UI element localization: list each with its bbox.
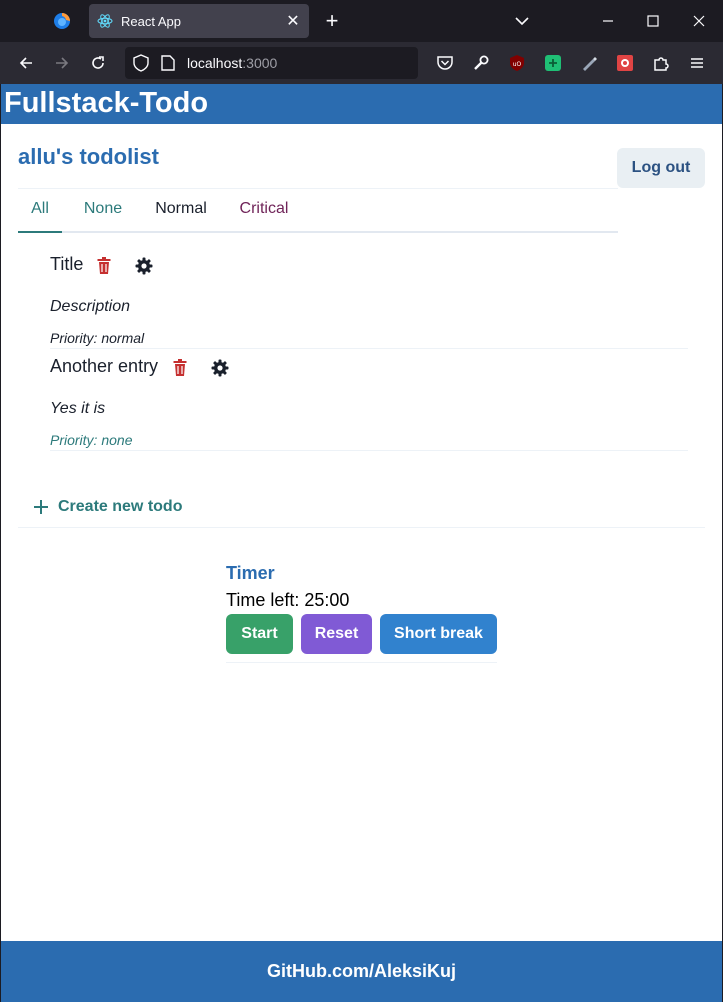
react-icon — [97, 14, 113, 28]
url-bar[interactable]: localhost:3000 — [125, 47, 418, 79]
reset-button[interactable]: Reset — [301, 614, 372, 654]
chevron-down-icon[interactable] — [510, 10, 534, 32]
tab-all-label: All — [31, 200, 49, 217]
forward-icon[interactable] — [49, 50, 75, 76]
window-border-left — [0, 84, 1, 1002]
maximize-icon[interactable] — [630, 0, 676, 42]
browser-tab[interactable]: React App ✕ — [89, 4, 309, 38]
create-todo-label: Create new todo — [58, 498, 183, 515]
pen-icon[interactable] — [576, 50, 602, 76]
minimize-icon[interactable] — [585, 0, 631, 42]
timer-time-left: Time left: 25:00 — [226, 590, 350, 610]
tab-critical-label: Critical — [239, 200, 289, 217]
tab-title: React App — [121, 13, 181, 29]
url-host: localhost — [187, 55, 243, 71]
ublock-icon[interactable]: uO — [504, 50, 530, 76]
footer-link[interactable]: GitHub.com/AleksiKuj — [267, 961, 456, 982]
tab-critical[interactable]: Critical — [230, 195, 298, 231]
todo-title: Title — [50, 254, 84, 274]
tab-normal[interactable]: Normal — [146, 195, 216, 231]
shield-icon[interactable] — [133, 54, 149, 77]
app-header: Fullstack-Todo — [1, 84, 722, 124]
divider — [226, 662, 497, 663]
tab-none[interactable]: None — [74, 195, 132, 231]
plus-icon[interactable]: + — [318, 8, 346, 34]
create-todo-button[interactable]: Create new todo — [33, 494, 182, 520]
timer-title: Timer — [226, 563, 275, 583]
extension-red-icon[interactable] — [612, 50, 638, 76]
divider — [50, 348, 688, 349]
svg-text:uO: uO — [513, 61, 522, 68]
todo-description: Yes it is — [50, 400, 106, 417]
todo-description: Description — [50, 298, 131, 315]
todo-title: Another entry — [50, 356, 159, 376]
divider — [18, 527, 705, 528]
short-break-button[interactable]: Short break — [380, 614, 497, 654]
trash-icon[interactable] — [96, 257, 112, 275]
wrench-icon[interactable] — [468, 50, 494, 76]
app-title: Fullstack-Todo — [4, 87, 209, 119]
logout-button[interactable]: Log out — [617, 148, 705, 188]
trash-icon[interactable] — [172, 359, 188, 377]
reload-icon[interactable] — [85, 50, 111, 76]
back-icon[interactable] — [13, 50, 39, 76]
close-icon[interactable]: ✕ — [285, 11, 301, 31]
extension-green-icon[interactable] — [540, 50, 566, 76]
plus-icon — [34, 500, 48, 514]
divider — [18, 188, 618, 189]
close-window-icon[interactable] — [676, 0, 722, 42]
start-button[interactable]: Start — [226, 614, 293, 654]
tab-none-label: None — [83, 200, 123, 217]
list-heading: allu's todolist — [18, 144, 159, 169]
firefox-icon[interactable] — [46, 6, 78, 36]
todo-priority: Priority: none — [50, 432, 133, 448]
browser-tab-bar: React App ✕ + — [0, 0, 723, 42]
footer: GitHub.com/AleksiKuj — [1, 941, 722, 1002]
todo-priority: Priority: normal — [50, 330, 145, 346]
puzzle-icon[interactable] — [648, 50, 674, 76]
pocket-icon[interactable] — [432, 50, 458, 76]
gear-icon[interactable] — [135, 257, 153, 275]
menu-icon[interactable] — [684, 50, 710, 76]
tab-normal-label: Normal — [155, 200, 207, 217]
divider — [50, 450, 688, 451]
url-text: localhost:3000 — [187, 55, 277, 71]
priority-filter-tabs: All None Normal Critical — [18, 195, 618, 233]
page-icon[interactable] — [161, 55, 175, 76]
url-port: :3000 — [242, 55, 278, 71]
gear-icon[interactable] — [211, 359, 229, 377]
tab-all[interactable]: All — [18, 195, 62, 233]
